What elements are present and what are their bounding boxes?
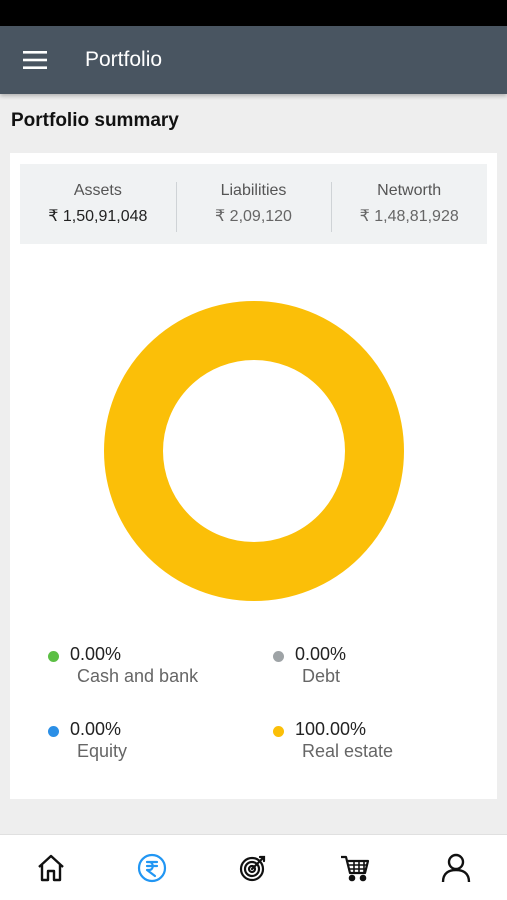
status-bar (0, 0, 507, 26)
legend-name-cash: Cash and bank (77, 666, 199, 686)
legend-pct-cash: 0.00% (70, 644, 122, 664)
target-icon (240, 855, 266, 881)
cart-icon (340, 855, 369, 881)
legend-dot-equity (48, 726, 59, 737)
nav-portfolio-button[interactable] (122, 838, 182, 898)
profile-icon (442, 853, 471, 882)
legend-pct-equity: 0.00% (70, 719, 122, 739)
networth-value: ₹ 1,48,81,928 (359, 208, 459, 225)
bottom-navigation (0, 834, 507, 900)
hamburger-icon (23, 51, 47, 69)
rupee-icon (137, 853, 167, 882)
networth-label: Networth (377, 182, 442, 199)
liabilities-value: ₹ 2,09,120 (215, 208, 292, 225)
legend-dot-debt (273, 651, 284, 662)
section-title: Portfolio summary (11, 110, 179, 131)
nav-goals-button[interactable] (223, 838, 283, 898)
liabilities-label: Liabilities (220, 182, 287, 199)
legend-pct-real-estate: 100.00% (295, 719, 367, 739)
nav-home-button[interactable] (21, 838, 81, 898)
legend-name-equity: Equity (77, 741, 128, 761)
summary-card: Assets ₹ 1,50,91,048 Liabilities ₹ 2,09,… (10, 153, 497, 799)
legend-name-debt: Debt (302, 666, 341, 686)
liabilities-stat: Liabilities ₹ 2,09,120 (175, 164, 332, 244)
assets-label: Assets (73, 182, 122, 199)
assets-value: ₹ 1,50,91,048 (48, 208, 148, 225)
portfolio-donut-chart (104, 301, 404, 601)
networth-stat: Networth ₹ 1,48,81,928 (331, 164, 487, 244)
summary-stats: Assets ₹ 1,50,91,048 Liabilities ₹ 2,09,… (20, 164, 487, 244)
legend-dot-real-estate (273, 726, 284, 737)
nav-cart-button[interactable] (325, 838, 385, 898)
legend-name-real-estate: Real estate (302, 741, 394, 761)
legend-pct-debt: 0.00% (295, 644, 347, 664)
page-title: Portfolio (85, 48, 163, 71)
legend-dot-cash (48, 651, 59, 662)
nav-profile-button[interactable] (426, 838, 486, 898)
home-icon (37, 854, 64, 881)
menu-button[interactable] (0, 26, 70, 94)
donut-slice-real-estate (104, 301, 404, 601)
assets-stat: Assets ₹ 1,50,91,048 (20, 164, 176, 244)
app-bar: Portfolio (0, 26, 507, 94)
